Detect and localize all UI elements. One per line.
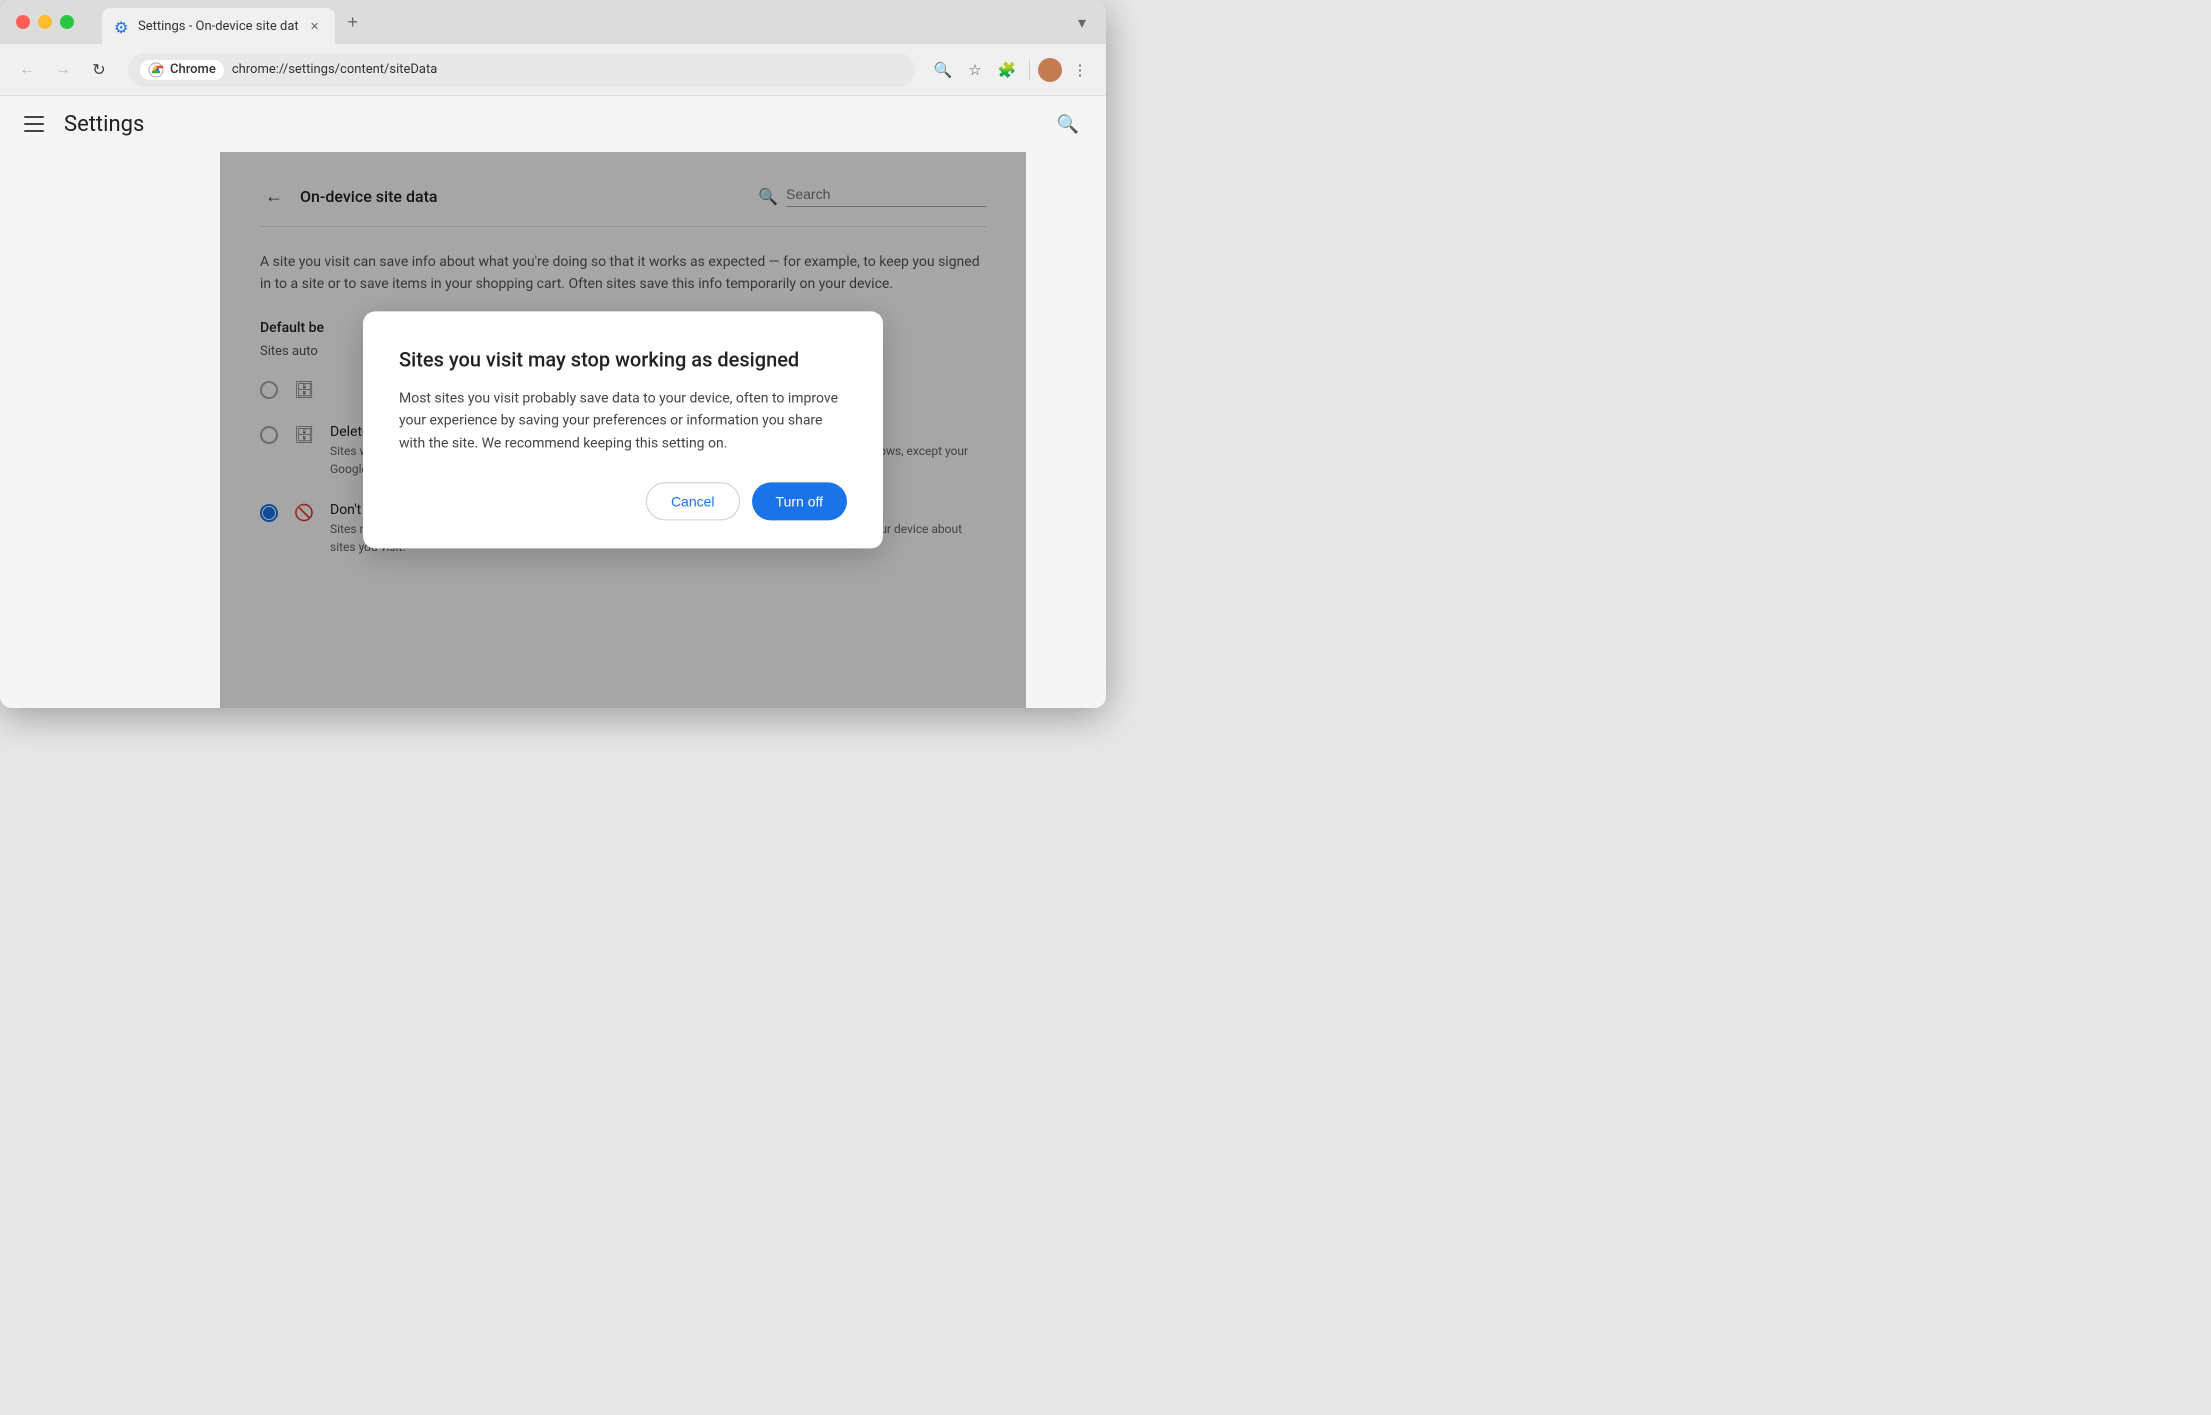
extensions-button[interactable]: 🧩 [993, 56, 1021, 84]
tab-bar: ⚙ Settings - On-device site dat ✕ + ▾ [0, 0, 1106, 44]
tab-favicon-icon: ⚙ [114, 18, 130, 34]
settings-page: Settings 🔍 ← On-device site data 🔍 [0, 96, 1106, 708]
nav-bar: ← → ↻ Chrome chrome://settings/content/s… [0, 44, 1106, 96]
dialog-actions: Cancel Turn off [399, 483, 847, 521]
forward-button[interactable]: → [48, 55, 78, 85]
chrome-menu-button[interactable]: ⋮ [1066, 56, 1094, 84]
tab-close-button[interactable]: ✕ [307, 18, 323, 34]
address-url: chrome://settings/content/siteData [232, 62, 903, 77]
avatar[interactable] [1038, 58, 1062, 82]
back-button[interactable]: ← [12, 55, 42, 85]
settings-content: ← On-device site data 🔍 A site you visit… [0, 152, 1106, 708]
minimize-traffic-light[interactable] [38, 15, 52, 29]
nav-divider [1029, 60, 1030, 80]
site-badge-label: Chrome [170, 62, 216, 77]
maximize-traffic-light[interactable] [60, 15, 74, 29]
sidebar [0, 152, 220, 708]
address-bar[interactable]: Chrome chrome://settings/content/siteDat… [128, 53, 915, 87]
tab-title: Settings - On-device site dat [138, 19, 299, 34]
right-sidebar [1026, 152, 1106, 708]
bookmark-button[interactable]: ☆ [961, 56, 989, 84]
settings-header: Settings 🔍 [0, 96, 1106, 152]
close-traffic-light[interactable] [16, 15, 30, 29]
nav-actions: 🔍 ☆ 🧩 ⋮ [929, 56, 1094, 84]
cancel-button[interactable]: Cancel [646, 483, 740, 521]
dialog-title: Sites you visit may stop working as desi… [399, 347, 847, 371]
chrome-logo-icon [148, 62, 164, 78]
traffic-lights [16, 15, 74, 29]
settings-page-title: Settings [64, 112, 1034, 137]
active-tab[interactable]: ⚙ Settings - On-device site dat ✕ [102, 8, 335, 44]
settings-search-button[interactable]: 🔍 [1050, 106, 1086, 142]
site-badge: Chrome [140, 60, 224, 80]
dialog-body: Most sites you visit probably save data … [399, 387, 847, 454]
browser-window: ⚙ Settings - On-device site dat ✕ + ▾ ← … [0, 0, 1106, 708]
turn-off-button[interactable]: Turn off [752, 483, 847, 521]
confirmation-dialog: Sites you visit may stop working as desi… [363, 311, 883, 548]
page-search-button[interactable]: 🔍 [929, 56, 957, 84]
new-tab-button[interactable]: + [339, 8, 367, 36]
hamburger-menu-button[interactable] [20, 110, 48, 138]
main-content: ← On-device site data 🔍 A site you visit… [220, 152, 1026, 708]
tab-dropdown-button[interactable]: ▾ [1070, 10, 1094, 34]
refresh-button[interactable]: ↻ [84, 55, 114, 85]
